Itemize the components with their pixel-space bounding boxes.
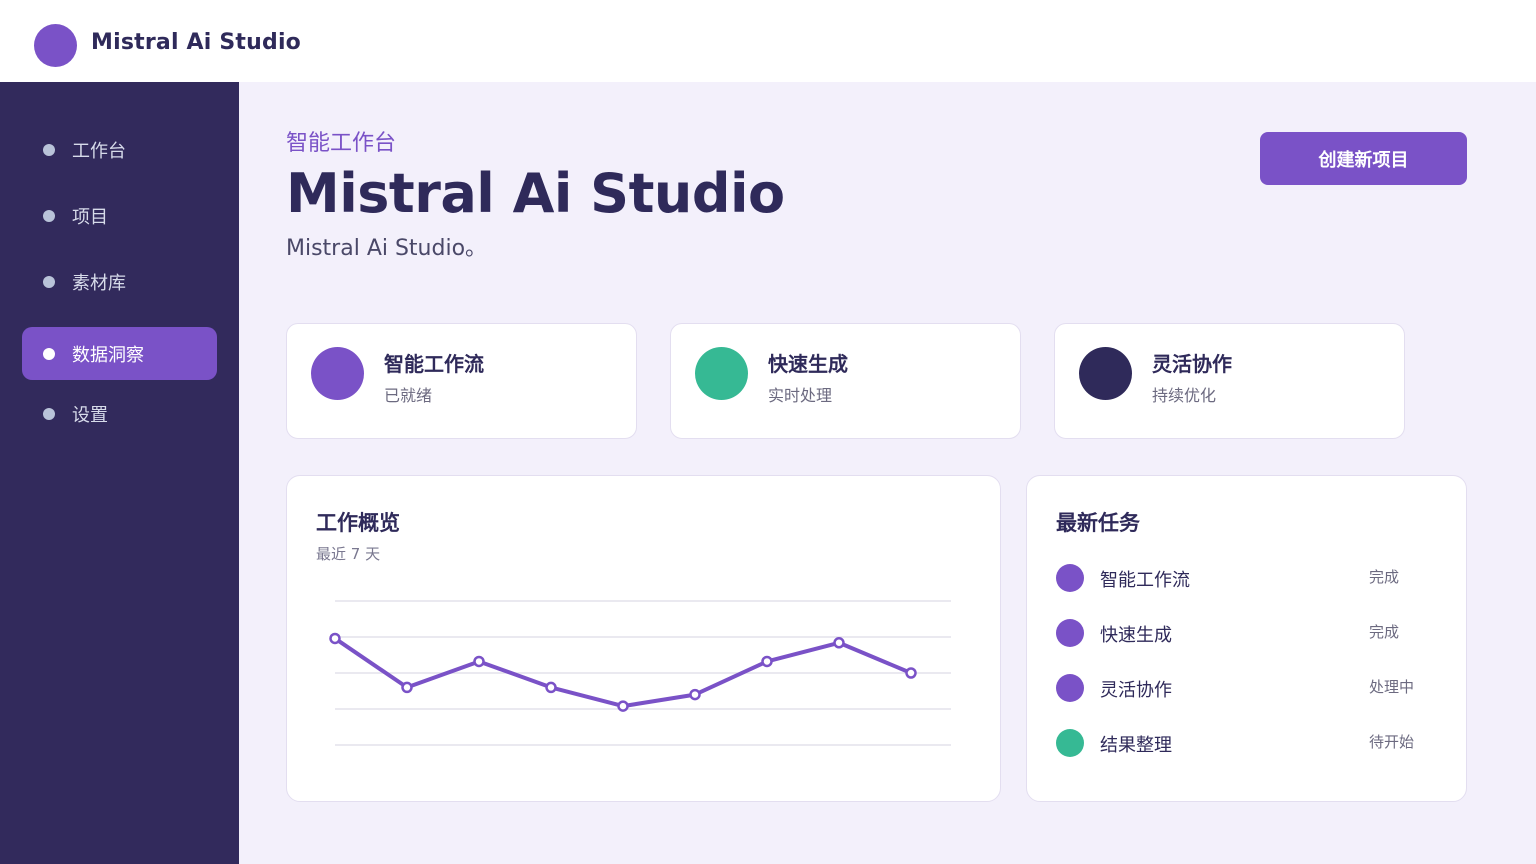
sidebar-item-label: 项目 <box>72 207 108 228</box>
chart-point[interactable] <box>473 655 485 668</box>
sidebar-item-settings[interactable]: 设置 <box>22 387 217 440</box>
chart-point[interactable] <box>833 637 845 649</box>
feature-subtitle: 实时处理 <box>768 386 833 405</box>
chart-point[interactable] <box>689 688 701 701</box>
feature-title: 智能工作流 <box>384 352 484 376</box>
bullet-icon <box>43 210 55 222</box>
task-status: 处理中 <box>1369 678 1415 696</box>
chart-point[interactable] <box>905 667 917 679</box>
sidebar-item-projects[interactable]: 项目 <box>22 189 217 242</box>
task-name: 灵活协作 <box>1100 680 1172 701</box>
top-bar: Mistral Ai Studio <box>0 0 1536 82</box>
overview-line-chart <box>329 600 951 746</box>
sidebar-item-assets[interactable]: 素材库 <box>22 255 217 308</box>
sidebar-item-workbench[interactable]: 工作台 <box>22 123 217 176</box>
task-name: 快速生成 <box>1100 625 1172 646</box>
sidebar-item-label: 设置 <box>72 405 108 426</box>
task-dot-icon <box>1056 674 1084 702</box>
tasks-title: 最新任务 <box>1056 511 1140 535</box>
sidebar-item-label: 工作台 <box>72 141 126 162</box>
feature-card-collaboration[interactable]: 灵活协作 持续优化 <box>1054 323 1405 439</box>
sidebar: 工作台 项目 素材库 数据洞察 设置 <box>0 82 239 864</box>
overview-panel: 工作概览 最近 7 天 <box>286 475 1001 802</box>
feature-title: 灵活协作 <box>1152 352 1232 376</box>
task-dot-icon <box>1056 564 1084 592</box>
task-status: 待开始 <box>1369 733 1415 751</box>
status-dot-icon <box>311 347 364 400</box>
tasks-panel: 最新任务 智能工作流 完成 快速生成 完成 灵活协作 处理中 结果整理 待开始 <box>1026 475 1467 802</box>
task-row[interactable]: 灵活协作 处理中 <box>1056 672 1436 708</box>
task-dot-icon <box>1056 729 1084 757</box>
feature-card-generation[interactable]: 快速生成 实时处理 <box>670 323 1021 439</box>
task-row[interactable]: 结果整理 待开始 <box>1056 727 1436 763</box>
task-dot-icon <box>1056 619 1084 647</box>
page-kicker: 智能工作台 <box>286 131 397 156</box>
chart-point[interactable] <box>545 681 557 694</box>
task-status: 完成 <box>1369 623 1400 641</box>
feature-subtitle: 已就绪 <box>384 386 433 405</box>
status-dot-icon <box>1079 347 1132 400</box>
task-row[interactable]: 快速生成 完成 <box>1056 617 1436 653</box>
page-subtitle: Mistral Ai Studio。 <box>286 236 488 261</box>
create-project-button[interactable]: 创建新项目 <box>1260 132 1467 185</box>
sidebar-item-label: 数据洞察 <box>72 345 144 366</box>
bullet-icon <box>43 408 55 420</box>
feature-title: 快速生成 <box>768 352 848 376</box>
sidebar-item-label: 素材库 <box>72 273 126 294</box>
task-name: 结果整理 <box>1100 735 1172 756</box>
bullet-icon <box>43 276 55 288</box>
page-title: Mistral Ai Studio <box>286 162 785 225</box>
chart-point[interactable] <box>329 632 341 645</box>
feature-card-workflow[interactable]: 智能工作流 已就绪 <box>286 323 637 439</box>
bullet-icon <box>43 144 55 156</box>
chart-point[interactable] <box>401 681 413 694</box>
chart-point[interactable] <box>617 700 629 712</box>
task-name: 智能工作流 <box>1100 570 1190 591</box>
app-title: Mistral Ai Studio <box>91 30 301 55</box>
task-status: 完成 <box>1369 568 1400 586</box>
task-row[interactable]: 智能工作流 完成 <box>1056 562 1436 598</box>
feature-subtitle: 持续优化 <box>1152 386 1217 405</box>
status-dot-icon <box>695 347 748 400</box>
bullet-icon <box>43 348 55 360</box>
sidebar-item-insights[interactable]: 数据洞察 <box>22 327 217 380</box>
chart-point[interactable] <box>761 655 773 668</box>
logo-icon[interactable] <box>34 24 77 67</box>
